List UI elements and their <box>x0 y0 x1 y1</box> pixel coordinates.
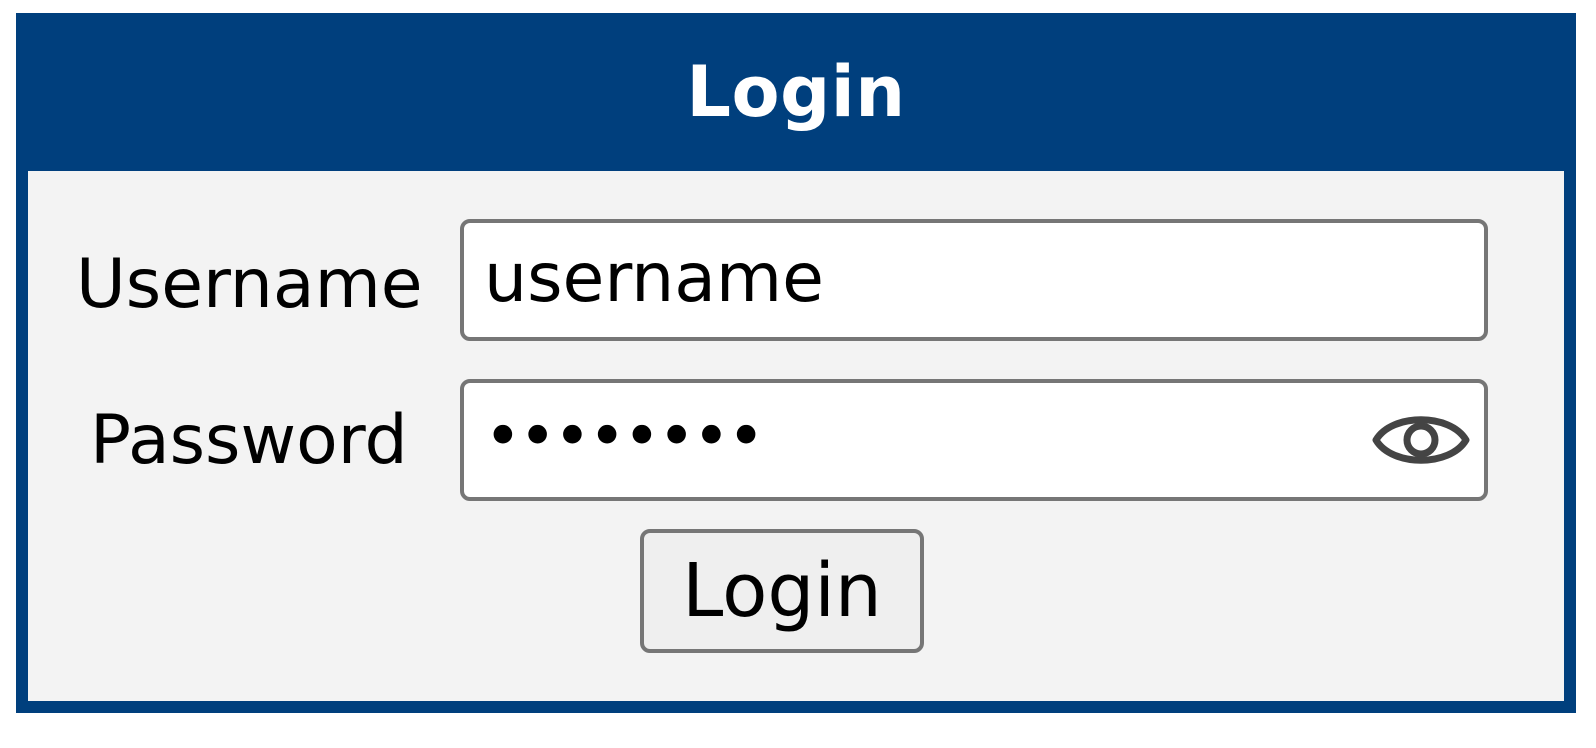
login-form: Username username Password •••••••• Logi… <box>28 171 1564 701</box>
login-header: Login <box>28 13 1564 171</box>
eye-icon[interactable] <box>1372 405 1470 475</box>
password-label: Password <box>90 401 408 480</box>
login-panel: Login Username username Password •••••••… <box>16 13 1576 713</box>
username-label: Username <box>76 245 423 324</box>
password-value: •••••••• <box>484 400 765 474</box>
password-field[interactable]: •••••••• <box>460 379 1488 501</box>
username-value: username <box>484 239 824 318</box>
username-field[interactable]: username <box>460 219 1488 341</box>
login-title: Login <box>686 51 906 133</box>
login-button[interactable]: Login <box>640 529 924 653</box>
